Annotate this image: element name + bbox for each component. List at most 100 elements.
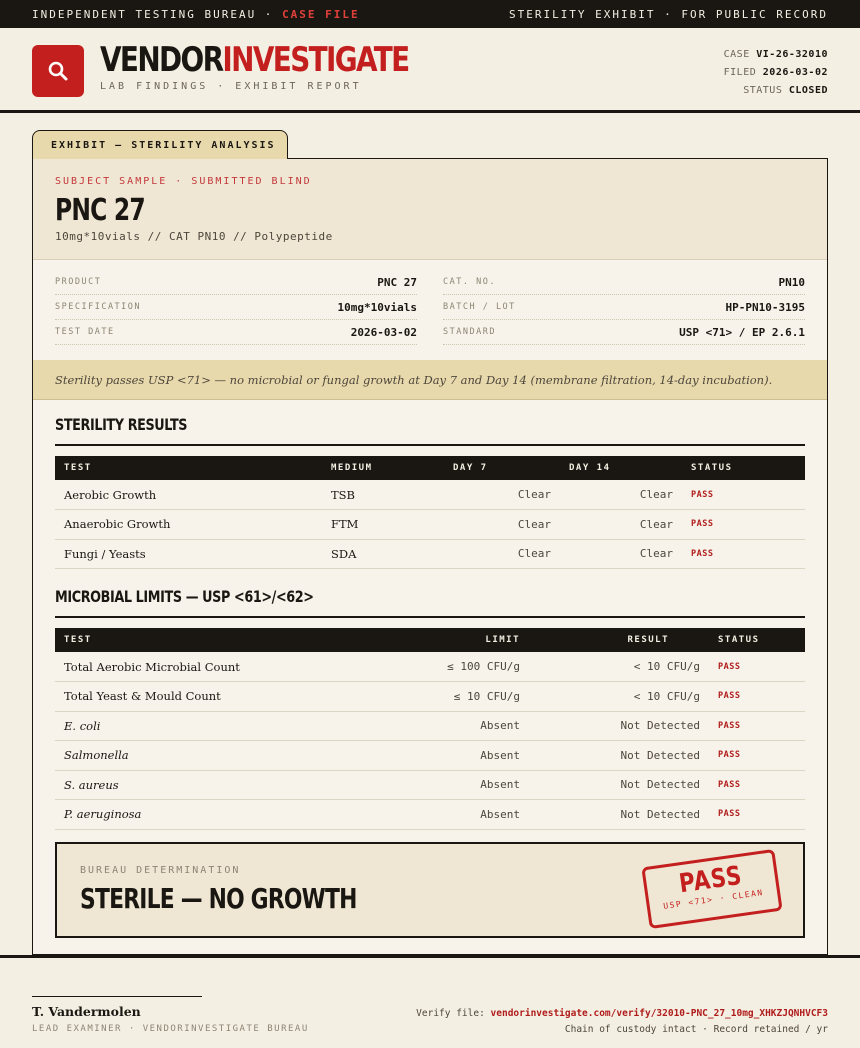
microbial-section-title: MICROBIAL LIMITS — USP <61>/<62>	[55, 587, 314, 606]
test-name: Total Aerobic Microbial Count	[55, 652, 373, 682]
limit: Absent	[373, 799, 529, 830]
spec-value: USP <71> / EP 2.6.1	[679, 325, 805, 339]
spec-value: 10mg*10vials	[337, 300, 417, 314]
spec-row: SPECIFICATION 10mg*10vials	[55, 295, 417, 320]
table-row: Total Yeast & Mould Count ≤ 10 CFU/g < 1…	[55, 681, 805, 712]
test-name: S. aureus	[55, 770, 373, 800]
spec-key: SPECIFICATION	[55, 302, 142, 312]
status-badge: PASS	[709, 681, 805, 712]
test-name: E. coli	[55, 711, 373, 741]
filed-label: FILED	[723, 67, 757, 78]
column-header: LIMIT	[485, 635, 520, 645]
test-name: Anaerobic Growth	[55, 509, 322, 540]
status-line: STATUS CLOSED	[724, 82, 828, 100]
sterility-table: TEST MEDIUM DAY 7 DAY 14 STATUS Aerobic …	[55, 456, 805, 569]
magnifier-icon	[48, 61, 68, 81]
section-divider	[55, 444, 805, 446]
day14-result: Clear	[560, 480, 682, 510]
bureau-determination: BUREAU DETERMINATION STERILE — NO GROWTH…	[55, 842, 805, 938]
case-number-line: CASE VI-26-32010	[724, 46, 828, 64]
status-badge: PASS	[709, 711, 805, 741]
top-bar-case-file: CASE FILE	[282, 7, 360, 21]
spec-key: PRODUCT	[55, 277, 102, 287]
subject-kicker: SUBJECT SAMPLE · SUBMITTED BLIND	[55, 176, 312, 187]
spec-grid: PRODUCT PNC 27 SPECIFICATION 10mg*10vials …	[33, 260, 827, 360]
spec-row: TEST DATE 2026-03-02	[55, 320, 417, 345]
site-header: VENDORINVESTIGATE LAB FINDINGS · EXHIBIT…	[0, 28, 860, 113]
table-row: Salmonella Absent Not Detected PASS	[55, 740, 805, 771]
page-footer: T. Vandermolen LEAD EXAMINER · VENDORINV…	[0, 955, 860, 1048]
medium: FTM	[322, 509, 444, 540]
status-label: STATUS	[743, 85, 783, 96]
brand-wordmark[interactable]: VENDORINVESTIGATE	[100, 40, 410, 80]
custody-note: Chain of custody intact · Record retaine…	[564, 1024, 828, 1035]
test-name: Salmonella	[55, 740, 373, 771]
status-badge: PASS	[682, 480, 805, 510]
table-row: Aerobic Growth TSB Clear Clear PASS	[55, 480, 805, 510]
section-divider	[55, 616, 805, 618]
summary-banner: Sterility passes USP <71> — no microbial…	[33, 360, 827, 400]
result: Not Detected	[529, 799, 709, 830]
status-badge: PASS	[682, 539, 805, 569]
spec-value: 2026-03-02	[350, 325, 417, 339]
verify-link[interactable]: vendorinvestigate.com/verify/32010-PNC_2…	[491, 1008, 828, 1019]
test-name: Aerobic Growth	[55, 480, 322, 510]
brand-subtitle: LAB FINDINGS · EXHIBIT REPORT	[100, 81, 362, 92]
status-value: CLOSED	[788, 85, 828, 96]
table-row: Fungi / Yeasts SDA Clear Clear PASS	[55, 539, 805, 569]
spec-column-left: PRODUCT PNC 27 SPECIFICATION 10mg*10vials …	[55, 270, 417, 360]
table-header-row: TEST LIMIT RESULT STATUS	[55, 628, 805, 652]
status-badge: PASS	[709, 770, 805, 800]
table-header-row: TEST MEDIUM DAY 7 DAY 14 STATUS	[55, 456, 805, 480]
medium: SDA	[322, 539, 444, 569]
brand-part-vendor: VENDOR	[100, 40, 224, 80]
filed-value: 2026-03-02	[762, 67, 828, 78]
sterility-section-title: STERILITY RESULTS	[55, 415, 188, 434]
verify-block: Verify file: vendorinvestigate.com/verif…	[416, 1006, 828, 1038]
table-row: S. aureus Absent Not Detected PASS	[55, 770, 805, 800]
status-badge: PASS	[709, 740, 805, 771]
spec-key: CAT. NO.	[443, 277, 496, 287]
result: Not Detected	[529, 711, 709, 741]
result: < 10 CFU/g	[529, 681, 709, 712]
microbial-table: TEST LIMIT RESULT STATUS Total Aerobic M…	[55, 628, 805, 830]
day7-result: Clear	[444, 539, 560, 569]
spec-row: CAT. NO. PN10	[443, 270, 805, 295]
determination-label: BUREAU DETERMINATION	[80, 865, 241, 876]
case-label: CASE	[723, 49, 750, 60]
column-header: STATUS	[718, 635, 760, 645]
day14-result: Clear	[560, 509, 682, 540]
case-meta: CASE VI-26-32010 FILED 2026-03-02 STATUS…	[724, 46, 828, 100]
column-header: DAY 14	[569, 463, 611, 473]
table-row: Total Aerobic Microbial Count ≤ 100 CFU/…	[55, 652, 805, 682]
medium: TSB	[322, 480, 444, 510]
day7-result: Clear	[444, 509, 560, 540]
exhibit-card: SUBJECT SAMPLE · SUBMITTED BLIND PNC 27 …	[32, 158, 828, 955]
test-name: P. aeruginosa	[55, 799, 373, 830]
spec-key: TEST DATE	[55, 327, 115, 337]
brand-part-investigate: INVESTIGATE	[222, 40, 410, 80]
spec-row: STANDARD USP <71> / EP 2.6.1	[443, 320, 805, 345]
table-row: E. coli Absent Not Detected PASS	[55, 711, 805, 741]
top-bar-right: STERILITY EXHIBIT · FOR PUBLIC RECORD	[508, 7, 828, 21]
limit: Absent	[373, 770, 529, 800]
spec-column-right: CAT. NO. PN10 BATCH / LOT HP-PN10-3195 STA…	[443, 270, 805, 360]
spec-key: BATCH / LOT	[443, 302, 516, 312]
test-name: Fungi / Yeasts	[55, 539, 322, 569]
table-row: P. aeruginosa Absent Not Detected PASS	[55, 799, 805, 830]
spec-key: STANDARD	[443, 327, 496, 337]
logo[interactable]	[32, 45, 84, 97]
filed-line: FILED 2026-03-02	[724, 64, 828, 82]
column-header: RESULT	[627, 635, 669, 645]
limit: ≤ 10 CFU/g	[373, 681, 529, 712]
column-header: TEST	[64, 463, 92, 473]
status-badge: PASS	[709, 799, 805, 830]
spec-row: BATCH / LOT HP-PN10-3195	[443, 295, 805, 320]
tab-exhibit-sterility[interactable]: EXHIBIT — STERILITY ANALYSIS	[32, 130, 288, 159]
limit: Absent	[373, 711, 529, 741]
top-bar-left: INDEPENDENT TESTING BUREAU · CASE FILE	[32, 8, 360, 21]
result: Not Detected	[529, 770, 709, 800]
limit: ≤ 100 CFU/g	[373, 652, 529, 682]
signer-name: T. Vandermolen	[32, 1004, 141, 1019]
test-name: Total Yeast & Mould Count	[55, 681, 373, 712]
